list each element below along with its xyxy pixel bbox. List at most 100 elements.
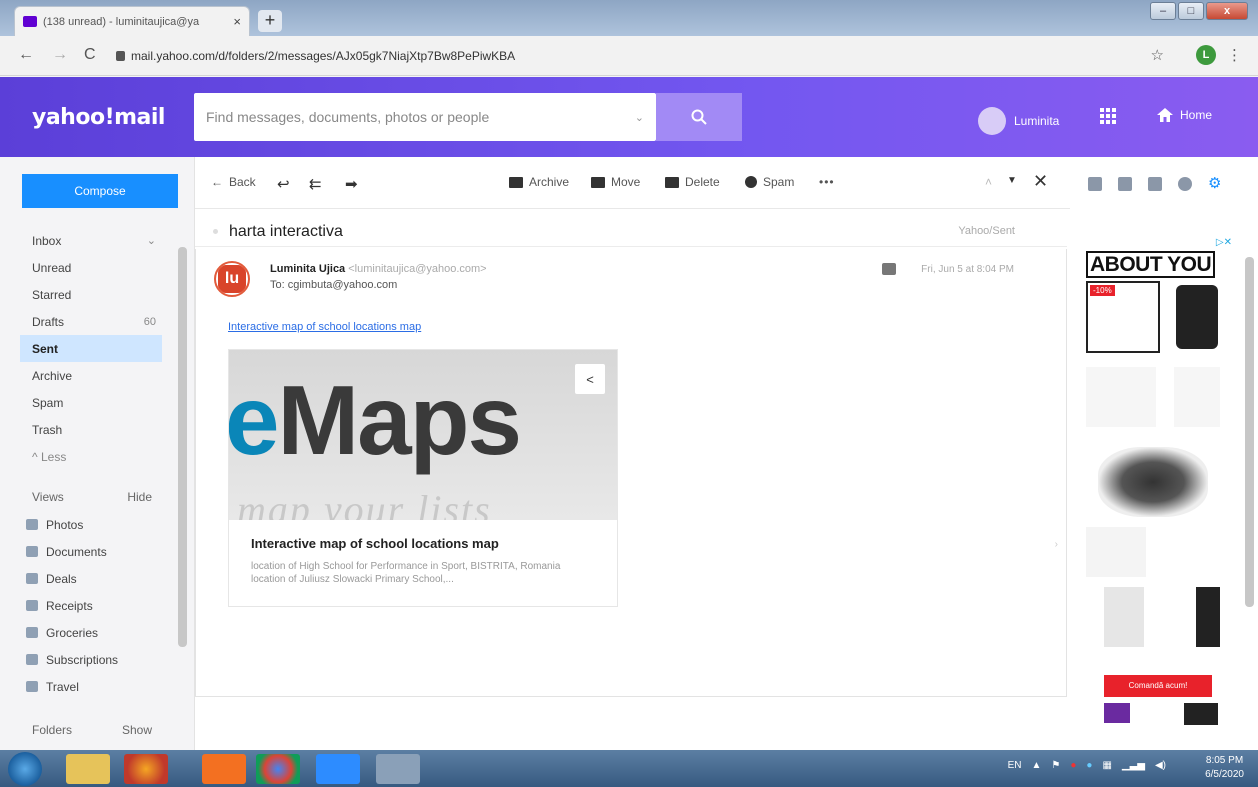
minimize-button[interactable]: – (1150, 2, 1176, 20)
volume-icon[interactable]: ◀) (1155, 760, 1166, 771)
close-icon[interactable]: ✕ (1033, 171, 1048, 192)
archive-button[interactable]: Archive (509, 175, 569, 189)
home-link[interactable]: Home (1156, 107, 1212, 123)
chevron-down-icon[interactable]: ⌄ (147, 234, 156, 247)
folder-drafts[interactable]: Drafts 60 (20, 308, 162, 335)
adchoices-icon[interactable]: ▷✕ (1216, 237, 1232, 248)
ad-product-item[interactable] (1174, 367, 1220, 427)
ad-product-item[interactable] (1104, 587, 1144, 647)
help-icon[interactable] (1178, 177, 1192, 191)
view-subscriptions[interactable]: Subscriptions (26, 646, 118, 673)
notepad-icon[interactable] (1148, 177, 1162, 191)
ad-product-sneaker[interactable] (1098, 447, 1208, 517)
folder-spam[interactable]: Spam (20, 389, 162, 416)
sender-line[interactable]: Luminita Ujica <luminitaujica@yahoo.com> (270, 263, 487, 275)
back-button[interactable]: ← Back (211, 175, 256, 189)
ad-product-item[interactable] (1196, 587, 1220, 647)
ad-product-item[interactable] (1086, 367, 1156, 427)
share-icon[interactable]: < (575, 364, 605, 394)
emaps-tagline: map your lists (237, 487, 492, 520)
emaps-logo-main: Maps (277, 365, 523, 475)
chevron-right-icon[interactable]: › (1055, 539, 1058, 550)
message-link[interactable]: Interactive map of school locations map (228, 321, 421, 333)
flag-icon[interactable]: ⚑ (1051, 760, 1060, 771)
view-receipts[interactable]: Receipts (26, 592, 118, 619)
forward-arrow-icon[interactable]: → (52, 46, 68, 64)
more-actions-button[interactable]: ••• (819, 175, 835, 189)
ad-product-item[interactable] (1184, 703, 1218, 725)
folder-archive[interactable]: Archive (20, 362, 162, 389)
maximize-button[interactable]: □ (1178, 2, 1204, 20)
chevron-down-icon[interactable]: ⌄ (635, 111, 644, 124)
contacts-icon[interactable] (1088, 177, 1102, 191)
folder-unread[interactable]: Unread (20, 254, 162, 281)
apps-grid-icon[interactable] (1100, 108, 1116, 124)
prev-message-icon[interactable]: ˄ (985, 175, 992, 189)
search-input[interactable] (206, 109, 635, 125)
compose-button[interactable]: Compose (22, 174, 178, 208)
subject-row: harta interactiva Yahoo/Sent (195, 217, 1067, 247)
emaps-logo-prefix: e (229, 365, 279, 475)
zoom-icon[interactable] (316, 754, 360, 784)
reply-all-button[interactable]: ⇇ (309, 175, 322, 193)
view-deals[interactable]: Deals (26, 565, 118, 592)
profile-avatar[interactable]: L (1196, 45, 1216, 65)
folder-starred[interactable]: Starred (20, 281, 162, 308)
reload-icon[interactable]: C (84, 46, 96, 64)
yahoo-mail-logo[interactable]: yahoo!mail (32, 105, 165, 130)
ad-cta-button[interactable]: Comandă acum! (1104, 675, 1212, 697)
folder-trash[interactable]: Trash (20, 416, 162, 443)
browser-tab[interactable]: (138 unread) - luminitaujica@ya × (14, 6, 250, 36)
less-toggle[interactable]: ^ Less (20, 443, 162, 470)
forward-button[interactable]: ➡ (345, 175, 358, 193)
ad-product-item[interactable] (1104, 703, 1130, 723)
url-input[interactable]: mail.yahoo.com/d/folders/2/messages/AJx0… (116, 44, 1126, 68)
orange-app-icon[interactable] (202, 754, 246, 784)
new-tab-button[interactable]: + (258, 10, 282, 32)
ad-product-tshirt[interactable] (1176, 285, 1218, 349)
folder-inbox[interactable]: Inbox ⌄ (20, 227, 162, 254)
view-groceries[interactable]: Groceries (26, 619, 118, 646)
search-button[interactable] (656, 93, 742, 141)
firefox-icon[interactable] (124, 754, 168, 784)
delete-button[interactable]: Delete (665, 175, 720, 189)
sidebar-scrollbar[interactable] (178, 247, 187, 647)
signal-icon[interactable]: ▁▃▅ (1122, 760, 1145, 771)
bookmark-star-icon[interactable]: ☆ (1151, 46, 1164, 64)
calendar-icon[interactable] (1118, 177, 1132, 191)
views-hide-link[interactable]: Hide (127, 490, 152, 504)
ad-product-item[interactable] (1086, 527, 1146, 577)
system-clock[interactable]: 8:05 PM 6/5/2020 (1205, 754, 1244, 782)
antivirus-icon[interactable]: ● (1070, 760, 1076, 771)
file-explorer-icon[interactable] (66, 754, 110, 784)
start-button[interactable] (8, 752, 42, 786)
link-preview-card[interactable]: eMaps map your lists < Interactive map o… (228, 349, 618, 607)
folders-header: Folders Show (32, 723, 152, 737)
tray-chevron-icon[interactable]: ▲ (1031, 760, 1041, 771)
reply-button[interactable]: ↩ (277, 175, 290, 193)
network-adapter-icon[interactable]: ▦ (1102, 760, 1111, 771)
move-button[interactable]: Move (591, 175, 640, 189)
folders-show-link[interactable]: Show (122, 723, 152, 737)
next-message-icon[interactable]: ▼ (1007, 175, 1017, 186)
tray-app-icon[interactable]: ● (1086, 760, 1092, 771)
browser-menu-icon[interactable]: ⋮ (1227, 46, 1242, 64)
ad-product-shoe[interactable]: -10% (1086, 281, 1160, 353)
advertisement[interactable]: ▷✕ ABOUT YOU -10% Comandă acum! (1084, 237, 1232, 747)
view-photos[interactable]: Photos (26, 511, 118, 538)
back-arrow-icon[interactable]: ← (18, 46, 34, 64)
view-documents[interactable]: Documents (26, 538, 118, 565)
gear-icon[interactable]: ⚙ (1208, 176, 1222, 191)
view-travel[interactable]: Travel (26, 673, 118, 700)
paint-icon[interactable] (376, 754, 420, 784)
rail-scrollbar[interactable] (1245, 257, 1254, 607)
user-menu[interactable]: Luminita (978, 107, 1059, 135)
chrome-icon[interactable] (256, 754, 300, 784)
spam-button[interactable]: Spam (745, 175, 794, 189)
language-indicator[interactable]: EN (1008, 760, 1022, 771)
reply-icon: ↩ (277, 176, 290, 193)
close-tab-icon[interactable]: × (233, 14, 241, 29)
print-icon[interactable] (882, 263, 896, 275)
folder-sent[interactable]: Sent (20, 335, 162, 362)
close-window-button[interactable]: x (1206, 2, 1248, 20)
